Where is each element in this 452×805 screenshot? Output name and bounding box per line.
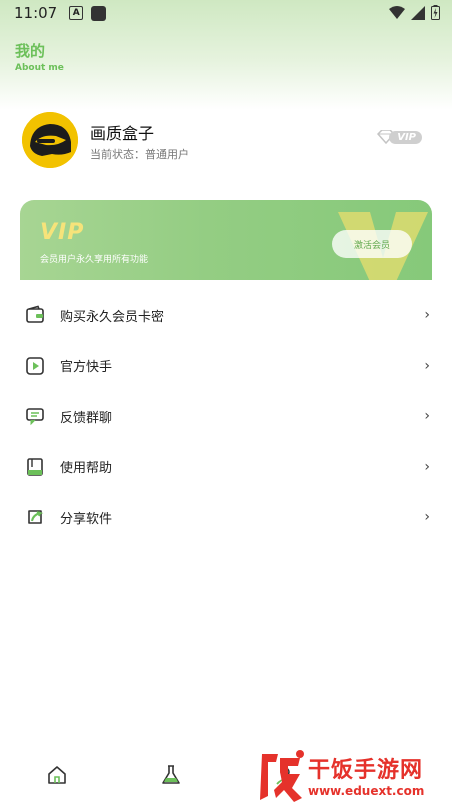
chevron-right-icon: › [424, 408, 430, 425]
watermark-url: www.eduext.com [308, 784, 425, 798]
chevron-right-icon: › [424, 458, 430, 475]
menu-item-label: 购买永久会员卡密 [60, 309, 165, 325]
menu-item-share-app[interactable]: 分享软件 › [0, 492, 452, 543]
wallet-icon [26, 305, 44, 323]
signal-icon [411, 5, 425, 20]
menu-item-help[interactable]: 使用帮助 › [0, 442, 452, 493]
vip-badge-label: VIP [389, 130, 422, 144]
watermark-title: 干饭手游网 [308, 758, 424, 783]
status-bar: 11:07 A [0, 0, 452, 26]
menu-item-label: 分享软件 [60, 511, 113, 527]
chevron-right-icon: › [424, 357, 430, 374]
page-title: 我的 [15, 42, 46, 60]
page-subtitle: About me [15, 63, 64, 73]
profile-section[interactable]: 画质盒子 当前状态：普通用户 VIP [22, 112, 432, 170]
site-watermark: 干饭手游网 www.eduext.com [252, 748, 452, 805]
chat-icon [26, 408, 44, 426]
menu-item-official-kuaishou[interactable]: 官方快手 › [0, 341, 452, 392]
menu-list: 购买永久会员卡密 › 官方快手 › 反馈群聊 › 使用帮助 › 分享软件 › [0, 290, 452, 543]
vip-card-description: 会员用户永久享用所有功能 [40, 255, 149, 265]
menu-item-label: 反馈群聊 [60, 410, 113, 426]
status-right-icons [389, 5, 440, 20]
play-square-icon [26, 356, 44, 375]
profile-status: 当前状态：普通用户 [90, 148, 189, 161]
chevron-right-icon: › [424, 307, 430, 324]
share-icon [28, 510, 44, 524]
wifi-icon [389, 5, 405, 19]
battery-icon [431, 5, 440, 20]
helmet-avatar-icon [22, 112, 78, 168]
menu-item-label: 使用帮助 [60, 461, 113, 477]
vip-badge: VIP [377, 130, 422, 144]
chevron-right-icon: › [424, 509, 430, 526]
home-icon[interactable] [46, 764, 68, 786]
menu-item-feedback-group[interactable]: 反馈群聊 › [0, 391, 452, 442]
profile-name: 画质盒子 [90, 124, 155, 143]
watermark-logo-icon [260, 750, 304, 802]
vip-card[interactable]: VIP 会员用户永久享用所有功能 激活会员 [20, 200, 432, 280]
vip-card-title: VIP [40, 220, 85, 245]
flask-icon[interactable] [160, 764, 182, 786]
activate-membership-button[interactable]: 激活会员 [332, 230, 412, 258]
book-icon [27, 457, 43, 476]
status-time: 11:07 [14, 4, 58, 22]
notification-square-icon [91, 5, 107, 21]
avatar[interactable] [22, 112, 78, 168]
menu-item-label: 官方快手 [60, 360, 113, 376]
notification-a-icon: A [69, 6, 84, 20]
menu-item-buy-membership[interactable]: 购买永久会员卡密 › [0, 290, 452, 341]
